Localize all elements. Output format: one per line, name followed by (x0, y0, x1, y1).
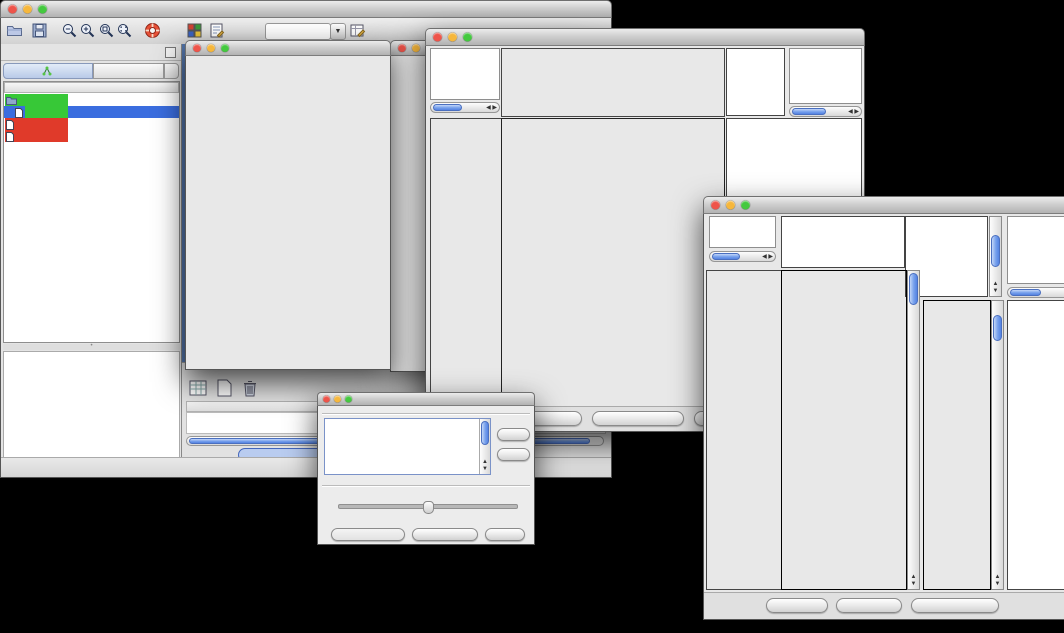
close-button[interactable] (711, 201, 720, 210)
zoomed-heatmap[interactable] (924, 301, 990, 589)
minimize-button[interactable] (412, 44, 420, 52)
birds-eye-view[interactable] (3, 351, 180, 460)
zoom-button[interactable] (221, 44, 229, 52)
view-status-box (430, 48, 500, 100)
minimize-button[interactable] (726, 201, 735, 210)
minimize-button[interactable] (23, 5, 32, 14)
treeview-window-clustered: ◀ ▶ ▲▼ ▲▼ ▲▼ (703, 196, 1064, 620)
view-status-scrollbar[interactable]: ◀ ▶ (709, 251, 776, 262)
float-panel-icon[interactable] (165, 47, 176, 58)
usage-hints-scrollbar[interactable] (1007, 287, 1064, 298)
network-row-selected[interactable] (4, 106, 179, 118)
similarity-heatmap[interactable] (502, 119, 724, 407)
minimize-button[interactable] (207, 44, 215, 52)
search-dropdown-button[interactable]: ▼ (330, 23, 346, 40)
save-data-button[interactable] (836, 598, 902, 613)
view-status-box (709, 216, 776, 248)
attribute-list-scrollbar[interactable]: ▲▼ (479, 419, 490, 474)
network-view-window-1 (185, 40, 391, 370)
view-status-scrollbar[interactable]: ◀ ▶ (430, 102, 500, 113)
panel-splitter[interactable]: • (3, 344, 180, 350)
control-panel: • (1, 44, 182, 458)
minimize-button[interactable] (448, 33, 457, 42)
attribute-editor-icon[interactable] (349, 22, 366, 39)
expression-heatmap[interactable] (782, 271, 906, 589)
zoom-out-icon[interactable] (61, 22, 78, 39)
network-row[interactable] (4, 118, 179, 130)
folder-icon (6, 96, 17, 105)
new-attribute-icon[interactable] (214, 378, 234, 398)
column-dendrogram[interactable] (502, 49, 724, 116)
usage-hints-box (1007, 216, 1064, 284)
network-canvas[interactable] (186, 56, 390, 368)
zoom-selected-icon[interactable] (98, 22, 115, 39)
export-graphics-button[interactable] (592, 411, 684, 426)
network-row[interactable] (4, 130, 179, 142)
gene-label-list[interactable] (1007, 300, 1064, 590)
close-button[interactable] (193, 44, 201, 52)
animate-vizmap-button[interactable] (331, 528, 405, 541)
zoom-button[interactable] (463, 33, 472, 42)
save-icon[interactable] (31, 22, 48, 39)
done-button[interactable] (485, 528, 525, 541)
tab-vizmapper[interactable] (93, 63, 164, 79)
zoom-fit-icon[interactable] (116, 22, 133, 39)
usage-hints-box (789, 48, 862, 104)
annotation-icon[interactable] (208, 22, 225, 39)
settings-button[interactable] (766, 598, 828, 613)
export-graphics-button[interactable] (911, 598, 999, 613)
help-lifebuoy-icon[interactable] (144, 22, 161, 39)
close-button[interactable] (398, 44, 406, 52)
tab-overflow-button[interactable] (164, 63, 179, 79)
close-button[interactable] (323, 396, 330, 403)
document-icon (6, 132, 14, 142)
move-up-button[interactable] (497, 428, 530, 441)
usage-hints-scrollbar[interactable]: ◀ ▶ (789, 106, 862, 117)
document-icon (6, 120, 14, 130)
minimize-button[interactable] (334, 396, 341, 403)
network-row[interactable] (4, 94, 179, 106)
search-input[interactable] (265, 23, 331, 40)
attribute-select-icon[interactable] (188, 378, 208, 398)
tab-network[interactable] (3, 63, 93, 79)
close-button[interactable] (433, 33, 442, 42)
delete-attribute-icon[interactable] (240, 378, 260, 398)
selected-cluster-matrix[interactable] (732, 121, 786, 169)
document-icon (15, 108, 23, 118)
map-colors-dialog: ▲▼ (317, 392, 535, 545)
close-button[interactable] (8, 5, 17, 14)
window-controls (8, 5, 47, 14)
control-panel-tabs (3, 63, 179, 80)
zoom-button[interactable] (741, 201, 750, 210)
row-dendrogram[interactable] (707, 271, 781, 589)
network-list[interactable] (3, 81, 180, 343)
speed-slider-track[interactable] (338, 504, 518, 509)
treeview2-button-bar (704, 592, 1064, 619)
network-tab-icon (42, 66, 52, 76)
attribute-list[interactable]: ▲▼ (324, 418, 491, 475)
zoom-button[interactable] (38, 5, 47, 14)
vizmapper-palette-icon[interactable] (186, 22, 203, 39)
move-down-button[interactable] (497, 448, 530, 461)
desktop: { "colors": { "accent_blue": "#3a6ddf", … (0, 0, 1064, 633)
speed-slider-thumb[interactable] (423, 501, 434, 514)
heatmap-vscrollbar[interactable]: ▲▼ (907, 270, 920, 590)
create-vizmap-button[interactable] (412, 528, 478, 541)
network-overview-canvas[interactable] (4, 352, 179, 459)
column-labels-strip[interactable] (726, 48, 785, 116)
labels-vscrollbar[interactable]: ▲▼ (989, 216, 1002, 297)
zoom-vscrollbar[interactable]: ▲▼ (991, 300, 1004, 590)
row-dendrogram[interactable] (431, 119, 501, 407)
open-file-icon[interactable] (6, 22, 23, 39)
column-dendrogram-area (781, 216, 905, 268)
zoom-button[interactable] (345, 396, 352, 403)
zoom-in-icon[interactable] (79, 22, 96, 39)
main-title-bar[interactable] (0, 0, 612, 18)
